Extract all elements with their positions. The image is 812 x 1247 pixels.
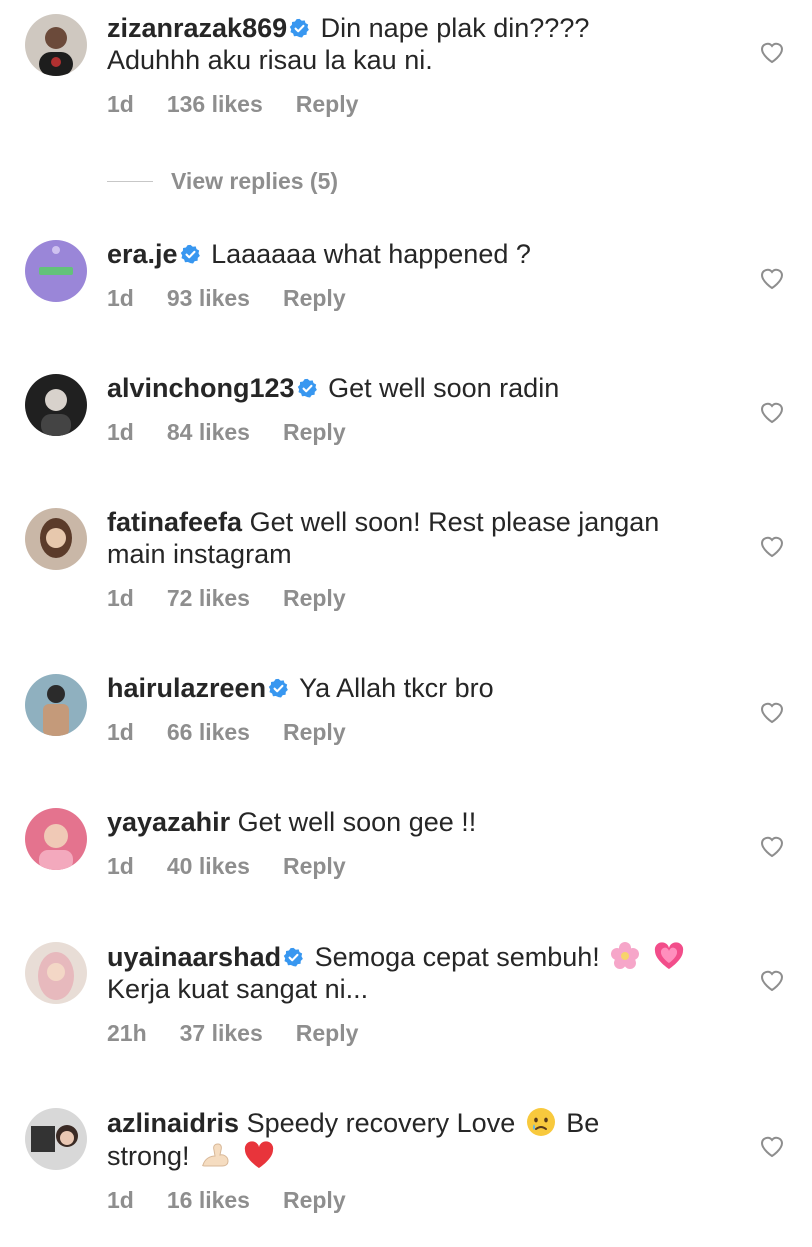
comment-meta: 1d 66 likes Reply: [107, 719, 727, 749]
heart-outline-icon[interactable]: [759, 534, 785, 558]
view-replies-label: View replies (5): [171, 167, 339, 194]
avatar[interactable]: [25, 1108, 87, 1170]
comment-body: Get well soon gee !!: [237, 807, 477, 837]
comment-meta: 1d 93 likes Reply: [107, 285, 727, 315]
heart-outline-icon[interactable]: [759, 968, 785, 992]
avatar[interactable]: [25, 14, 87, 76]
reply-button[interactable]: Reply: [283, 285, 346, 312]
comment-likes[interactable]: 136 likes: [167, 91, 263, 118]
comment-username[interactable]: azlinaidris: [107, 1108, 239, 1138]
avatar[interactable]: [25, 374, 87, 436]
comment-body: Speedy recovery Love: [246, 1108, 516, 1138]
comment-text: yayazahir Get well soon gee !!: [107, 806, 727, 838]
heart-outline-icon[interactable]: [759, 700, 785, 724]
comment-text: zizanrazak869 Din nape plak din???? Aduh…: [107, 12, 727, 76]
comment-likes[interactable]: 40 likes: [167, 853, 250, 880]
comment-likes[interactable]: 84 likes: [167, 419, 250, 446]
verified-badge-icon: [268, 678, 289, 699]
reply-button[interactable]: Reply: [283, 1187, 346, 1214]
comment-body-continued: strong!: [107, 1141, 190, 1171]
comment-body-continued: Kerja kuat sangat ni...: [107, 974, 369, 1004]
comment-time: 1d: [107, 91, 134, 117]
comment-body: Semoga cepat sembuh!: [314, 942, 600, 972]
comment-time: 1d: [107, 419, 134, 445]
comment-body-continued: Be: [566, 1108, 600, 1138]
avatar[interactable]: [25, 674, 87, 736]
comment-time: 1d: [107, 285, 134, 311]
reply-button[interactable]: Reply: [283, 585, 346, 612]
comment-body: Laaaaaa what happened ?: [211, 239, 531, 269]
comment-meta: 1d 136 likes Reply: [107, 91, 727, 121]
verified-badge-icon: [283, 947, 304, 968]
comment-text: alvinchong123 Get well soon radin: [107, 372, 727, 404]
comment-time: 1d: [107, 719, 134, 745]
growing-heart-icon: [653, 940, 685, 972]
comment-body: Get well soon radin: [328, 373, 560, 403]
avatar[interactable]: [25, 942, 87, 1004]
comment-likes[interactable]: 37 likes: [180, 1020, 263, 1047]
comment-meta: 1d 16 likes Reply: [107, 1187, 727, 1217]
comment-username[interactable]: fatinafeefa: [107, 507, 242, 537]
view-replies-button[interactable]: View replies (5): [107, 166, 338, 196]
verified-badge-icon: [180, 244, 201, 265]
verified-badge-icon: [289, 18, 310, 39]
comment-time: 1d: [107, 1187, 134, 1213]
reply-button[interactable]: Reply: [296, 1020, 359, 1047]
comment-body: Ya Allah tkcr bro: [299, 673, 494, 703]
comment-text: uyainaarshad Semoga cepat sembuh! Kerja …: [107, 940, 727, 1005]
reply-button[interactable]: Reply: [296, 91, 359, 118]
heart-outline-icon[interactable]: [759, 400, 785, 424]
comment-meta: 1d 84 likes Reply: [107, 419, 727, 449]
comment-text: era.je Laaaaaa what happened ?: [107, 238, 727, 270]
reply-button[interactable]: Reply: [283, 853, 346, 880]
comment-text: azlinaidris Speedy recovery Love Be stro…: [107, 1106, 727, 1172]
divider-line: [107, 180, 153, 182]
heart-outline-icon[interactable]: [759, 834, 785, 858]
comment-likes[interactable]: 66 likes: [167, 719, 250, 746]
comment-likes[interactable]: 16 likes: [167, 1187, 250, 1214]
comment-meta: 1d 72 likes Reply: [107, 585, 727, 615]
comment-username[interactable]: uyainaarshad: [107, 942, 281, 972]
comment-username[interactable]: era.je: [107, 239, 178, 269]
verified-badge-icon: [297, 378, 318, 399]
avatar[interactable]: [25, 508, 87, 570]
comment-meta: 1d 40 likes Reply: [107, 853, 727, 883]
comment-username[interactable]: alvinchong123: [107, 373, 295, 403]
comment-text: hairulazreen Ya Allah tkcr bro: [107, 672, 727, 704]
comment-likes[interactable]: 93 likes: [167, 285, 250, 312]
avatar[interactable]: [25, 808, 87, 870]
comment-time: 21h: [107, 1020, 147, 1046]
reply-button[interactable]: Reply: [283, 419, 346, 446]
comment-list: zizanrazak869 Din nape plak din???? Aduh…: [0, 0, 812, 1247]
heart-outline-icon[interactable]: [759, 1134, 785, 1158]
crying-face-icon: [525, 1106, 557, 1138]
cherry-blossom-icon: [609, 940, 641, 972]
comment-likes[interactable]: 72 likes: [167, 585, 250, 612]
flexed-biceps-icon: [199, 1139, 231, 1171]
heart-outline-icon[interactable]: [759, 40, 785, 64]
comment-time: 1d: [107, 585, 134, 611]
heart-outline-icon[interactable]: [759, 266, 785, 290]
avatar[interactable]: [25, 240, 87, 302]
comment-text: fatinafeefa Get well soon! Rest please j…: [107, 506, 727, 570]
red-heart-icon: [243, 1139, 275, 1171]
comment-time: 1d: [107, 853, 134, 879]
comment-meta: 21h 37 likes Reply: [107, 1020, 727, 1050]
comment-username[interactable]: zizanrazak869: [107, 13, 287, 43]
comment-username[interactable]: hairulazreen: [107, 673, 266, 703]
comment-username[interactable]: yayazahir: [107, 807, 230, 837]
reply-button[interactable]: Reply: [283, 719, 346, 746]
